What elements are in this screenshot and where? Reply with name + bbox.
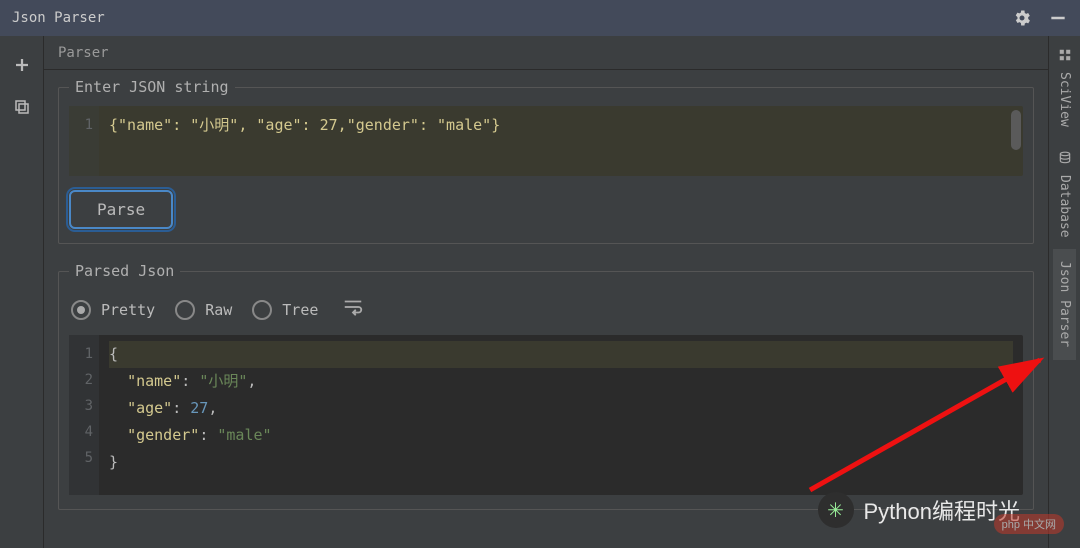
radio-raw[interactable]: [175, 300, 195, 320]
view-label-pretty[interactable]: Pretty: [101, 301, 155, 319]
php-badge: php 中文网: [994, 514, 1064, 534]
json-output-text: { "name": "小明", "age": 27, "gender": "ma…: [99, 335, 1023, 495]
output-line: "age": 27,: [109, 395, 1013, 422]
rail-tab-json-parser[interactable]: Json Parser: [1053, 249, 1076, 359]
output-line: "name": "小明",: [109, 368, 1013, 395]
input-legend: Enter JSON string: [69, 78, 235, 96]
window-title: Json Parser: [12, 10, 105, 26]
view-label-raw[interactable]: Raw: [205, 301, 232, 319]
database-icon: [1058, 151, 1072, 169]
left-tool-gutter: [0, 36, 44, 548]
output-line: {: [109, 341, 1013, 368]
minimize-icon[interactable]: [1048, 8, 1068, 28]
output-legend: Parsed Json: [69, 262, 180, 280]
soft-wrap-icon[interactable]: [342, 296, 364, 323]
json-input-editor[interactable]: 1 {"name": "小明", "age": 27,"gender": "ma…: [69, 106, 1023, 176]
wechat-watermark: ✳ Python编程时光: [818, 492, 1021, 528]
input-scrollbar[interactable]: [1011, 110, 1021, 150]
view-mode-options: Pretty Raw Tree: [69, 290, 1023, 335]
view-label-tree[interactable]: Tree: [282, 301, 318, 319]
copy-icon[interactable]: [13, 98, 31, 116]
radio-pretty[interactable]: [71, 300, 91, 320]
title-bar: Json Parser: [0, 0, 1080, 36]
json-input-text[interactable]: {"name": "小明", "age": 27,"gender": "male…: [99, 106, 1023, 176]
input-group: Enter JSON string 1 {"name": "小明", "age"…: [58, 78, 1034, 244]
json-output-editor[interactable]: 12345 { "name": "小明", "age": 27, "gender…: [69, 335, 1023, 495]
breadcrumb: Parser: [44, 36, 1048, 70]
sciview-icon: [1058, 48, 1072, 66]
plus-icon[interactable]: [13, 56, 31, 74]
wechat-icon: ✳: [818, 492, 854, 528]
output-line-gutter: 12345: [69, 335, 99, 495]
parse-button[interactable]: Parse: [69, 190, 173, 229]
radio-tree[interactable]: [252, 300, 272, 320]
output-group: Parsed Json Pretty Raw Tree 12345 { "name"…: [58, 262, 1034, 510]
input-line-gutter: 1: [69, 106, 99, 176]
rail-tab-sciview[interactable]: SciView: [1053, 36, 1076, 139]
right-tool-rail: SciViewDatabaseJson Parser: [1048, 36, 1080, 548]
gear-icon[interactable]: [1012, 8, 1032, 28]
rail-tab-database[interactable]: Database: [1053, 139, 1076, 250]
breadcrumb-label: Parser: [58, 45, 109, 61]
output-line: "gender": "male": [109, 422, 1013, 449]
output-line: }: [109, 449, 1013, 476]
